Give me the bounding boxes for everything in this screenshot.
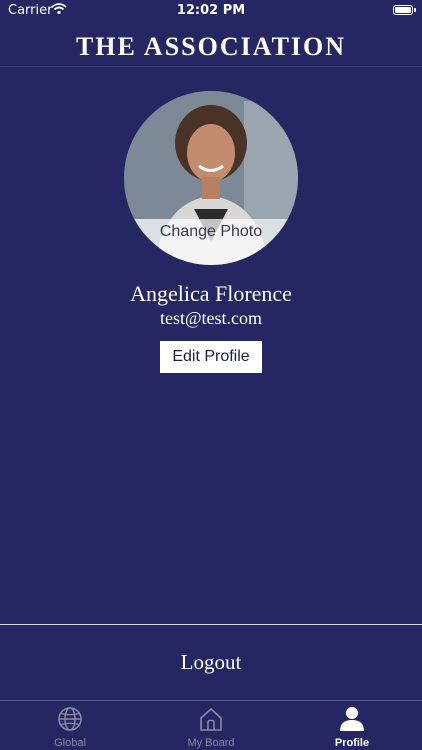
profile-email: test@test.com — [159, 308, 263, 328]
tab-profile[interactable]: Profile — [282, 700, 422, 750]
tab-profile-label: Profile — [334, 737, 370, 749]
tab-my-board-label: My Board — [187, 737, 235, 749]
globe-icon — [0, 706, 140, 732]
tab-bar: Global My Board Profile — [0, 700, 422, 750]
edit-profile-button[interactable]: Edit Profile — [160, 341, 262, 373]
profile-photo[interactable]: Change Photo — [124, 91, 298, 265]
battery-icon — [393, 5, 413, 15]
header-divider — [0, 66, 422, 67]
brand-logo: THE ASSOCIATION — [75, 32, 347, 61]
logout-divider — [0, 624, 422, 625]
logout-button[interactable]: Logout — [0, 650, 422, 675]
person-icon — [282, 706, 422, 732]
tab-global-label: Global — [54, 737, 86, 749]
status-bar: Carrier 12:02 PM — [0, 0, 422, 22]
app-header: THE ASSOCIATION — [0, 24, 422, 67]
profile-name: Angelica Florence — [130, 281, 292, 306]
home-icon — [141, 706, 281, 732]
change-photo-button[interactable]: Change Photo — [124, 223, 298, 241]
battery-cap — [414, 8, 416, 12]
status-time: 12:02 PM — [176, 3, 246, 18]
tab-global[interactable]: Global — [0, 700, 140, 750]
tab-my-board[interactable]: My Board — [141, 700, 281, 750]
